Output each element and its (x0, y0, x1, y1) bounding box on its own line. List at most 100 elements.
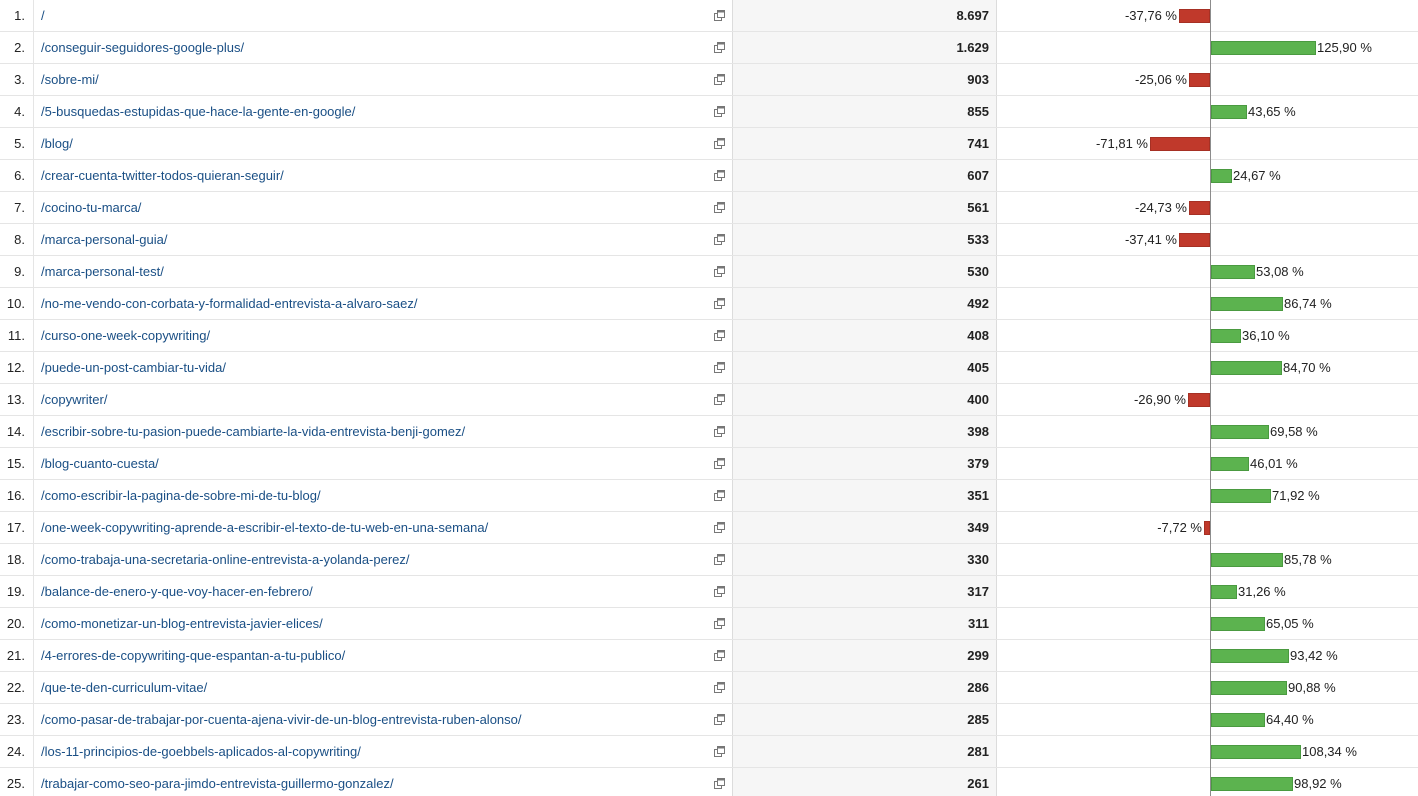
page-path-link[interactable]: /sobre-mi/ (41, 64, 99, 95)
negative-change-bar (1189, 201, 1210, 215)
page-path-link[interactable]: /como-monetizar-un-blog-entrevista-javie… (41, 608, 323, 639)
change-cell: -71,81 % (997, 128, 1418, 159)
page-path-link[interactable]: /cocino-tu-marca/ (41, 192, 141, 223)
open-in-new-window-icon[interactable] (713, 201, 726, 214)
pageviews-cell: 561 (732, 192, 997, 223)
pageviews-cell: 286 (732, 672, 997, 703)
change-label: 90,88 % (1288, 680, 1336, 695)
open-in-new-window-icon[interactable] (713, 777, 726, 790)
pageviews-cell: 349 (732, 512, 997, 543)
page-path-link[interactable]: /como-escribir-la-pagina-de-sobre-mi-de-… (41, 480, 321, 511)
page-path-link[interactable]: /no-me-vendo-con-corbata-y-formalidad-en… (41, 288, 417, 319)
open-in-new-window-icon[interactable] (713, 553, 726, 566)
open-in-new-window-icon[interactable] (713, 713, 726, 726)
row-index: 7. (14, 200, 25, 215)
change-label: 85,78 % (1284, 552, 1332, 567)
pageviews-cell: 330 (732, 544, 997, 575)
negative-change-bar (1188, 393, 1210, 407)
page-path-link[interactable]: /4-errores-de-copywriting-que-espantan-a… (41, 640, 345, 671)
page-cell: /crear-cuenta-twitter-todos-quieran-segu… (33, 160, 732, 191)
row-index: 14. (6, 424, 25, 439)
page-cell: /copywriter/ (33, 384, 732, 415)
page-path-link[interactable]: /marca-personal-guia/ (41, 224, 167, 255)
pageviews-cell: 408 (732, 320, 997, 351)
open-in-new-window-icon[interactable] (713, 137, 726, 150)
page-cell: /blog/ (33, 128, 732, 159)
page-path-link[interactable]: / (41, 0, 45, 31)
pageviews-cell: 855 (732, 96, 997, 127)
page-path-link[interactable]: /curso-one-week-copywriting/ (41, 320, 210, 351)
row-index: 12. (6, 360, 25, 375)
change-cell: 43,65 % (997, 96, 1418, 127)
page-cell: /como-escribir-la-pagina-de-sobre-mi-de-… (33, 480, 732, 511)
table-row: 22. /que-te-den-curriculum-vitae/286 90,88… (0, 672, 1418, 704)
open-in-new-window-icon[interactable] (713, 9, 726, 22)
page-path-link[interactable]: /crear-cuenta-twitter-todos-quieran-segu… (41, 160, 284, 191)
page-path-link[interactable]: /balance-de-enero-y-que-voy-hacer-en-feb… (41, 576, 313, 607)
open-in-new-window-icon[interactable] (713, 105, 726, 118)
page-cell: /4-errores-de-copywriting-que-espantan-a… (33, 640, 732, 671)
pageviews-cell: 379 (732, 448, 997, 479)
open-in-new-window-icon[interactable] (713, 393, 726, 406)
open-in-new-window-icon[interactable] (713, 617, 726, 630)
pageviews-cell: 607 (732, 160, 997, 191)
open-in-new-window-icon[interactable] (713, 745, 726, 758)
row-index: 9. (14, 264, 25, 279)
row-index: 21. (6, 648, 25, 663)
row-index: 24. (6, 744, 25, 759)
row-index: 8. (14, 232, 25, 247)
page-path-link[interactable]: /que-te-den-curriculum-vitae/ (41, 672, 207, 703)
open-in-new-window-icon[interactable] (713, 521, 726, 534)
page-path-link[interactable]: /copywriter/ (41, 384, 107, 415)
change-label: 108,34 % (1302, 744, 1357, 759)
page-path-link[interactable]: /5-busquedas-estupidas-que-hace-la-gente… (41, 96, 355, 127)
table-row: 19. /balance-de-enero-y-que-voy-hacer-en-… (0, 576, 1418, 608)
open-in-new-window-icon[interactable] (713, 169, 726, 182)
pageviews-cell: 400 (732, 384, 997, 415)
change-label: 71,92 % (1272, 488, 1320, 503)
pageviews-value: 285 (967, 712, 989, 727)
page-path-link[interactable]: /como-trabaja-una-secretaria-online-entr… (41, 544, 410, 575)
table-row: 17. /one-week-copywriting-aprende-a-escri… (0, 512, 1418, 544)
open-in-new-window-icon[interactable] (713, 41, 726, 54)
page-path-link[interactable]: /trabajar-como-seo-para-jimdo-entrevista… (41, 768, 394, 796)
change-label: 36,10 % (1242, 328, 1290, 343)
pageviews-cell: 299 (732, 640, 997, 671)
open-in-new-window-icon[interactable] (713, 585, 726, 598)
page-path-link[interactable]: /puede-un-post-cambiar-tu-vida/ (41, 352, 226, 383)
positive-change-bar (1211, 361, 1282, 375)
page-path-link[interactable]: /escribir-sobre-tu-pasion-puede-cambiart… (41, 416, 465, 447)
change-label: -7,72 % (1157, 520, 1202, 535)
page-path-link[interactable]: /blog/ (41, 128, 73, 159)
pageviews-value: 286 (967, 680, 989, 695)
open-in-new-window-icon[interactable] (713, 681, 726, 694)
pageviews-value: 330 (967, 552, 989, 567)
pageviews-value: 855 (967, 104, 989, 119)
open-in-new-window-icon[interactable] (713, 329, 726, 342)
open-in-new-window-icon[interactable] (713, 233, 726, 246)
pageviews-value: 1.629 (956, 40, 989, 55)
open-in-new-window-icon[interactable] (713, 73, 726, 86)
open-in-new-window-icon[interactable] (713, 265, 726, 278)
pageviews-cell: 351 (732, 480, 997, 511)
pageviews-value: 299 (967, 648, 989, 663)
row-index: 23. (6, 712, 25, 727)
open-in-new-window-icon[interactable] (713, 457, 726, 470)
pageviews-value: 741 (967, 136, 989, 151)
pageviews-cell: 533 (732, 224, 997, 255)
page-path-link[interactable]: /los-11-principios-de-goebbels-aplicados… (41, 736, 361, 767)
page-path-link[interactable]: /marca-personal-test/ (41, 256, 164, 287)
open-in-new-window-icon[interactable] (713, 425, 726, 438)
page-path-link[interactable]: /blog-cuanto-cuesta/ (41, 448, 159, 479)
open-in-new-window-icon[interactable] (713, 649, 726, 662)
open-in-new-window-icon[interactable] (713, 489, 726, 502)
open-in-new-window-icon[interactable] (713, 361, 726, 374)
table-row: 5. /blog/741 -71,81 % (0, 128, 1418, 160)
positive-change-bar (1211, 681, 1287, 695)
page-path-link[interactable]: /conseguir-seguidores-google-plus/ (41, 32, 244, 63)
page-path-link[interactable]: /como-pasar-de-trabajar-por-cuenta-ajena… (41, 704, 522, 735)
change-cell: 71,92 % (997, 480, 1418, 511)
open-in-new-window-icon[interactable] (713, 297, 726, 310)
change-cell: 86,74 % (997, 288, 1418, 319)
page-path-link[interactable]: /one-week-copywriting-aprende-a-escribir… (41, 512, 488, 543)
